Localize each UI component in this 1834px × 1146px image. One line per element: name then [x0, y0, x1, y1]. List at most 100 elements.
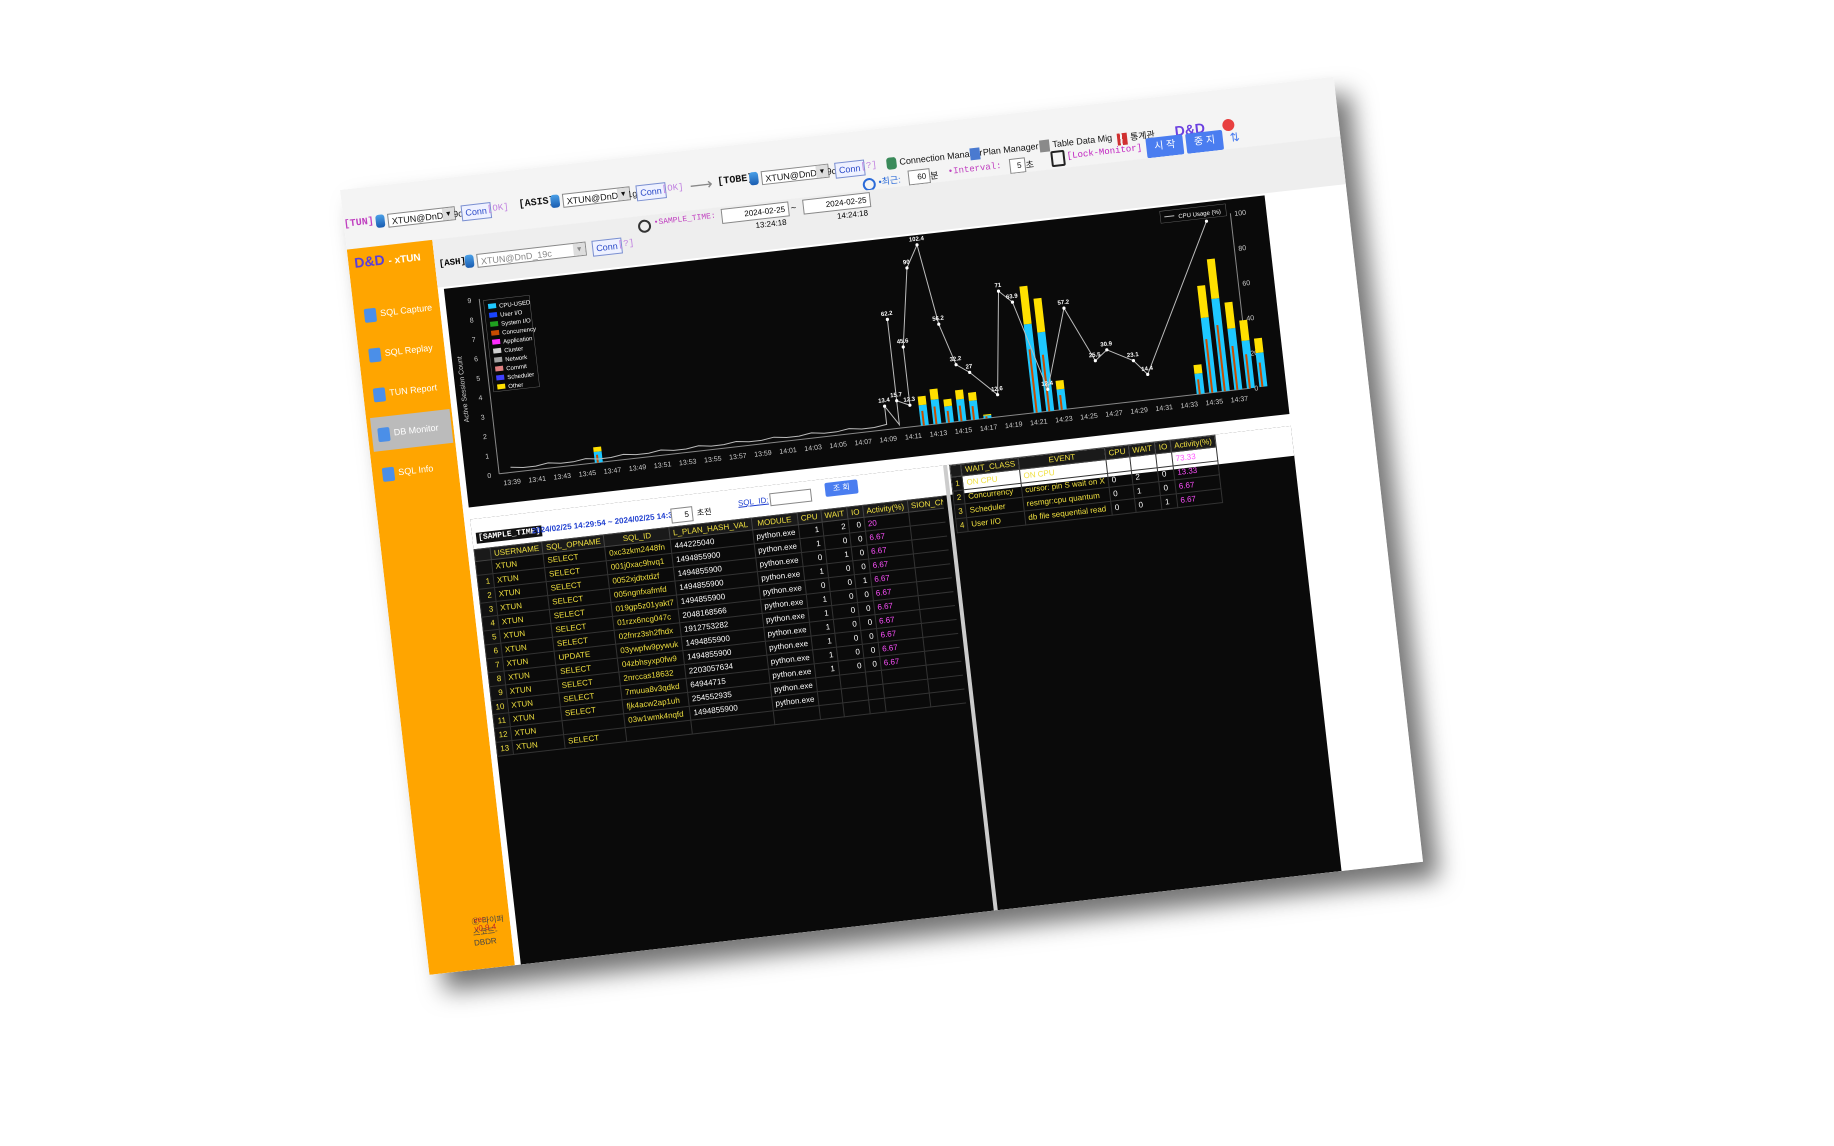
main-panel: [ASH] XTUN@DnD_19c ▼ Conn [?] •SAMPLE_TIM…	[432, 136, 1424, 966]
database-icon	[464, 254, 475, 269]
database-icon	[549, 194, 561, 209]
cpu-usage-label: 15.7	[890, 392, 903, 399]
x-tick-label: 13:49	[629, 464, 647, 473]
cpu-usage-point	[901, 345, 905, 349]
connection-manager-icon	[885, 156, 898, 170]
x-tick-label: 14:35	[1205, 398, 1223, 407]
x-tick-label: 14:05	[829, 441, 847, 450]
table-cell	[868, 698, 886, 714]
arrow-right-icon: ⟶	[688, 175, 714, 196]
lock-monitor-checkbox[interactable]	[1050, 149, 1066, 168]
recent-label: •최근:	[877, 174, 902, 187]
table-cell	[818, 702, 844, 720]
sql-id-input[interactable]	[769, 488, 813, 507]
cpu-usage-point	[915, 243, 919, 247]
table-cell	[842, 699, 871, 717]
cpu-usage-point	[1204, 219, 1209, 223]
sidebar-item-db-monitor[interactable]: DB Monitor	[370, 409, 454, 452]
asis-db-select[interactable]: XTUN@DnD_11g ▼	[561, 186, 638, 208]
interval-unit: 초	[1025, 159, 1035, 171]
y-tick-label: 7	[472, 337, 477, 344]
cpu-usage-label: 25.5	[1089, 352, 1102, 359]
x-tick-label: 13:41	[528, 476, 546, 485]
cpu-usage-label: 90	[903, 260, 911, 267]
cpu-usage-label: 63.9	[1006, 293, 1019, 300]
chevron-down-icon: ▼	[441, 207, 456, 221]
cpu-usage-label: 12.3	[903, 397, 916, 404]
x-tick-label: 13:43	[553, 473, 571, 482]
cpu-usage-point	[895, 399, 899, 403]
other-bar	[1193, 364, 1203, 374]
cpu-usage-label: 71	[994, 283, 1002, 290]
x-tick-label: 13:47	[603, 467, 621, 476]
cpu-usage-point	[905, 266, 909, 270]
cpu-usage-point	[937, 322, 941, 326]
cpu-usage-label: 56.2	[932, 315, 945, 322]
x-tick-label: 14:19	[1005, 421, 1023, 430]
y-tick-label: 8	[469, 317, 474, 324]
other-bar	[1206, 258, 1220, 299]
y-tick-label: 0	[487, 473, 492, 480]
cpu-usage-label: 30.9	[1100, 341, 1113, 348]
tobe-db-select[interactable]: XTUN@DnD_19c ▼	[760, 163, 837, 186]
y2-tick-label: 0	[1254, 385, 1259, 392]
sidebar-item-sql-replay[interactable]: SQL Replay	[361, 330, 444, 373]
ash-label: [ASH]	[438, 256, 467, 270]
x-tick-label: 14:23	[1055, 416, 1073, 425]
database-icon	[748, 171, 760, 186]
info-icon	[381, 466, 396, 482]
seconds-ago-input[interactable]: 5	[670, 506, 694, 524]
ash-db-select[interactable]: XTUN@DnD_19c ▼	[476, 241, 587, 268]
sidebar-item-sql-capture[interactable]: SQL Capture	[356, 290, 439, 333]
report-icon	[372, 386, 387, 403]
tun-db-select[interactable]: XTUN@DnD_19c ▼	[387, 206, 463, 228]
y-tick-label: 9	[467, 298, 472, 305]
x-tick-label: 13:53	[679, 458, 697, 467]
tun-label: [TUN]	[343, 216, 375, 231]
x-tick-label: 14:21	[1030, 418, 1048, 427]
x-tick-label: 14:15	[955, 427, 973, 436]
cpu-usage-label: 27	[965, 364, 973, 371]
x-tick-label: 13:57	[729, 453, 747, 462]
interval-label: •Interval:	[947, 160, 1003, 178]
other-bar	[1197, 285, 1209, 319]
y-axis-title: Active Session Count	[457, 356, 471, 423]
sidebar-item-tun-report[interactable]: TUN Report	[365, 369, 448, 412]
other-bar	[593, 446, 602, 453]
monitor-icon	[377, 426, 391, 442]
sample-time-label: •SAMPLE_TIME:	[653, 211, 717, 228]
sidebar-item-sql-info[interactable]: SQL Info	[375, 449, 458, 492]
legend-swatch	[496, 374, 505, 381]
sidebar-logo: D&D - xTUN	[353, 251, 422, 271]
cpu-usage-label: 12.4	[1041, 381, 1054, 388]
y-tick-label: 3	[480, 414, 485, 421]
y-tick-label: 2	[483, 434, 488, 441]
x-tick-label: 14:27	[1105, 410, 1123, 419]
concurrency-bar	[985, 416, 988, 419]
cpu-usage-label: 45.6	[897, 338, 910, 345]
table-cell: 1	[1160, 493, 1178, 510]
chevron-down-icon: ▼	[815, 164, 829, 178]
y2-tick-label: 40	[1246, 315, 1255, 323]
database-icon	[375, 214, 386, 229]
x-tick-label: 14:29	[1130, 407, 1148, 416]
x-tick-label: 14:17	[980, 424, 998, 433]
other-bar	[1019, 285, 1032, 325]
legend-swatch	[493, 356, 503, 363]
other-bar	[1253, 337, 1264, 354]
refresh-icon[interactable]: ⇅	[1229, 130, 1241, 145]
x-tick-label: 14:25	[1080, 413, 1098, 422]
sample-time-radio[interactable]	[637, 219, 652, 234]
x-tick-label: 13:39	[503, 478, 521, 487]
replay-icon	[368, 347, 382, 363]
cpu-usage-point	[908, 403, 912, 407]
x-tick-label: 14:33	[1180, 401, 1198, 410]
other-bar	[1224, 301, 1236, 329]
plan-manager-icon	[969, 147, 981, 161]
range-separator: ~	[790, 202, 797, 214]
query-button[interactable]: 조 회	[824, 479, 859, 497]
cpu-usage-label: 12.6	[991, 386, 1004, 393]
cpu-usage-label: 32.2	[949, 356, 962, 363]
recent-unit: 분	[929, 170, 940, 182]
screenshot-card: [TUN] XTUN@DnD_19c ▼ Conn [OK] [ASIS] XTU…	[340, 76, 1424, 975]
